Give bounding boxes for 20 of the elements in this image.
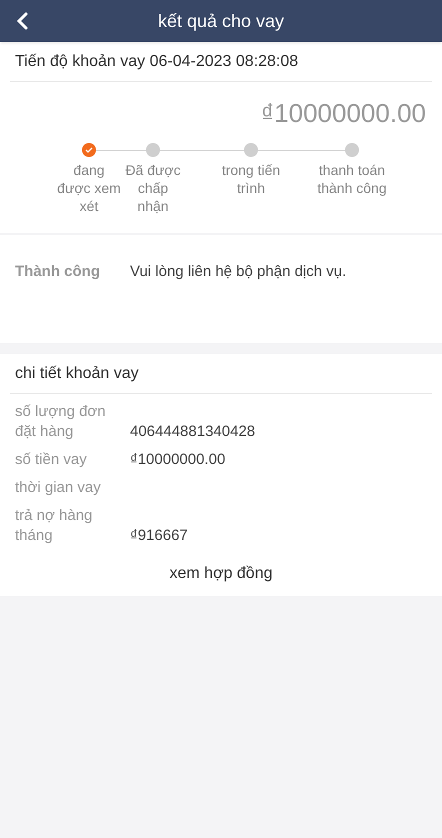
detail-label: số lượng đơn đặt hàng: [15, 402, 107, 442]
detail-value: 406444881340428: [130, 422, 256, 442]
step-label: thanh toán thành công: [316, 161, 388, 197]
page-title: kết quả cho vay: [158, 10, 284, 33]
detail-label: thời gian vay: [15, 478, 102, 498]
detail-label: số tiền vay: [15, 450, 88, 470]
status-message: Vui lòng liên hệ bộ phận dịch vụ.: [130, 262, 346, 282]
step-label: trong tiến trình: [220, 161, 282, 197]
progress-title: Tiến độ khoản vay 06-04-2023 08:28:08: [15, 52, 298, 72]
detail-value: ₫10000000.00: [130, 450, 226, 470]
detail-label: trả nợ hàng tháng: [15, 506, 94, 546]
loan-amount: ₫10000000.00: [260, 97, 426, 130]
back-icon: [16, 12, 28, 30]
step-label: đang được xem xét: [57, 161, 121, 215]
contract-link[interactable]: xem hợp đồng: [170, 562, 272, 586]
back-button[interactable]: [14, 10, 30, 32]
status-label: Thành công: [15, 262, 101, 282]
details-title: chi tiết khoản vay: [15, 364, 139, 384]
detail-value: ₫916667: [130, 526, 188, 546]
step-label: Đã được chấp nhận: [124, 161, 182, 215]
